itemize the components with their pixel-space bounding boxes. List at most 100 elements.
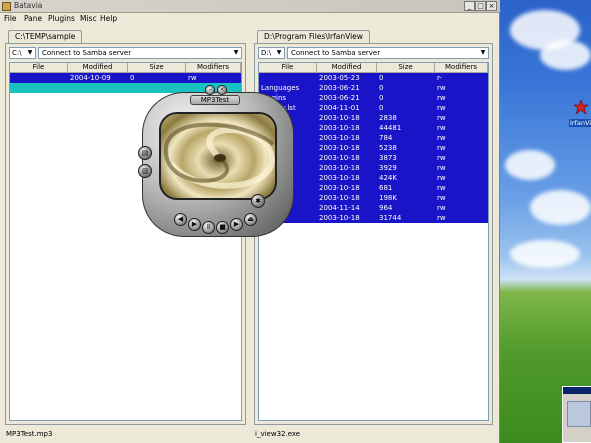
cell-modified: 2003-10-18 [319, 154, 360, 162]
cell-modified: 2003-10-18 [319, 124, 360, 132]
right-connect-select[interactable]: Connect to Samba server ▼ [287, 47, 489, 59]
column-file[interactable]: File [259, 63, 317, 72]
cell-modifiers: rw [437, 94, 446, 102]
background-window-icon [567, 401, 591, 427]
cell-modifiers: rw [437, 214, 446, 222]
left-connect-select[interactable]: Connect to Samba server ▼ [38, 47, 242, 59]
player-title: MP3Test [190, 95, 240, 105]
menu-misc[interactable]: Misc [80, 14, 97, 23]
menu-pane[interactable]: Pane [24, 14, 42, 23]
column-file[interactable]: File [10, 63, 68, 72]
cell-size: 198K [379, 194, 397, 202]
desktop-icon-label: IrfanVi [569, 119, 591, 127]
column-modified[interactable]: Modified [68, 63, 128, 72]
minimize-icon[interactable]: – [205, 85, 215, 95]
visualization-swirl [163, 122, 275, 189]
cell-size: 681 [379, 184, 393, 192]
window-title: Batavia [14, 1, 43, 10]
chevron-down-icon: ▼ [480, 49, 486, 56]
cell-modified: 2004-11-14 [319, 204, 360, 212]
cell-modifiers: rw [437, 204, 446, 212]
pause-icon[interactable]: Ⅱ [202, 221, 215, 234]
cell-modifiers: rw [437, 164, 446, 172]
cell-modified: 2003-10-18 [319, 114, 360, 122]
title-bar[interactable]: Batavia _ □ × [0, 0, 500, 13]
stop-icon[interactable]: ■ [216, 221, 229, 234]
cell-file [10, 83, 68, 93]
column-size[interactable]: Size [377, 63, 435, 72]
cell-modifiers: rw [437, 134, 446, 142]
cell-modifiers: rw [437, 154, 446, 162]
cell-file [10, 73, 68, 83]
cell-modifiers: rw [437, 184, 446, 192]
cell-modified: 2003-10-18 [319, 164, 360, 172]
right-drive-select[interactable]: D:\ ▼ [258, 47, 285, 59]
cell-size: 424K [379, 174, 397, 182]
background-window-corner[interactable] [562, 386, 591, 443]
cell-modified: 2003-10-18 [319, 144, 360, 152]
cell-modifiers: rw [437, 104, 446, 112]
cell-size: 0 [379, 74, 384, 82]
cell-modified: 2003-10-18 [319, 184, 360, 192]
column-modified[interactable]: Modified [317, 63, 377, 72]
cell-modified: 2004-11-01 [319, 104, 360, 112]
eject-icon[interactable]: ⏏ [244, 213, 257, 226]
cell-size: 0 [379, 104, 384, 112]
cell-size: 0 [379, 94, 384, 102]
chevron-down-icon: ▼ [233, 49, 239, 56]
cell-size: 31744 [379, 214, 402, 222]
cell-modified: 2003-06-21 [319, 94, 360, 102]
cell-modified: 2003-10-18 [319, 194, 360, 202]
cell-size: 3929 [379, 164, 397, 172]
mp3-player-window[interactable]: MP3Test – × ▤ ▥ ◀ ▶ Ⅱ ■ ▶ ⏏ ✱ [132, 82, 302, 242]
irfanview-desktop-shortcut[interactable]: IrfanVi [566, 100, 591, 134]
forward-icon[interactable]: ▶ [230, 218, 243, 231]
chevron-down-icon: ▼ [27, 49, 33, 56]
cell-modifiers: r- [437, 74, 442, 82]
cell-modified [68, 83, 128, 93]
left-status: MP3Test.mp3 [6, 430, 53, 438]
tab-right-path[interactable]: D:\Program Files\IrfanView [257, 30, 370, 43]
cell-size: 964 [379, 204, 393, 212]
close-icon[interactable]: × [217, 85, 227, 95]
irfanview-icon [574, 100, 588, 114]
cell-modifiers: rw [437, 84, 446, 92]
cell-modified: 2003-10-18 [319, 174, 360, 182]
column-modifiers[interactable]: Modifiers [435, 63, 488, 72]
close-button[interactable]: × [486, 1, 497, 11]
cell-size: 2838 [379, 114, 397, 122]
menu-plugins[interactable]: Plugins [48, 14, 75, 23]
cell-size: 3873 [379, 154, 397, 162]
left-drive-select[interactable]: C:\ ▼ [9, 47, 36, 59]
cell-modified: 2003-06-21 [319, 84, 360, 92]
menu-bar: File Pane Plugins Misc Help [0, 13, 500, 26]
equalizer-icon[interactable]: ▥ [138, 164, 152, 178]
menu-file[interactable]: File [4, 14, 17, 23]
column-size[interactable]: Size [128, 63, 186, 72]
cell-modifiers: rw [437, 174, 446, 182]
right-drive-value: D:\ [261, 49, 272, 57]
cell-modifiers: rw [437, 144, 446, 152]
visualization-screen [159, 112, 277, 200]
playlist-icon[interactable]: ▤ [138, 146, 152, 160]
minimize-button[interactable]: _ [464, 1, 475, 11]
left-connect-value: Connect to Samba server [42, 49, 132, 57]
maximize-button[interactable]: □ [475, 1, 486, 11]
chevron-down-icon: ▼ [276, 49, 282, 56]
cell-modifiers: rw [437, 194, 446, 202]
background-window-titlebar [563, 387, 591, 394]
cell-modifiers: rw [437, 124, 446, 132]
left-drive-value: C:\ [12, 49, 22, 57]
rewind-icon[interactable]: ◀ [174, 213, 187, 226]
settings-icon[interactable]: ✱ [251, 194, 265, 208]
cell-modifiers: rw [437, 114, 446, 122]
cell-size: 0 [379, 84, 384, 92]
tab-left-path[interactable]: C:\TEMP\sample [8, 30, 83, 43]
right-status: i_view32.exe [255, 430, 301, 438]
column-modifiers[interactable]: Modifiers [186, 63, 241, 72]
cell-modified: 2004-10-09 [70, 74, 111, 82]
play-icon[interactable]: ▶ [188, 218, 201, 231]
right-connect-value: Connect to Samba server [291, 49, 381, 57]
app-icon [2, 2, 11, 11]
menu-help[interactable]: Help [100, 14, 117, 23]
